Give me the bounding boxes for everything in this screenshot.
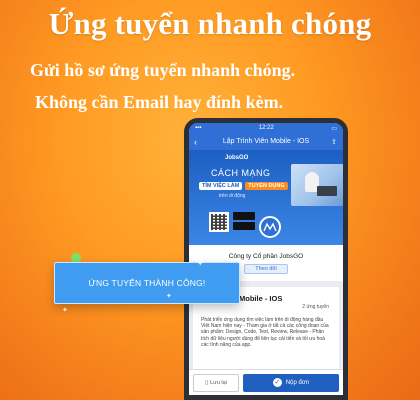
job-title: Mobile - IOS xyxy=(239,294,283,303)
applicant-count: 2 ứng tuyển xyxy=(302,304,329,310)
company-name: Công ty Cổ phần JobsGO xyxy=(228,252,304,260)
nav-bar: ‹ Lập Trình Viên Mobile - IOS ⇪ xyxy=(189,133,343,150)
banner-tag-recruit: TUYỂN DỤNG xyxy=(245,182,288,190)
subline-1: Gửi hồ sơ ứng tuyển nhanh chóng. xyxy=(30,60,296,80)
success-message: ỨNG TUYỂN THÀNH CÔNG! xyxy=(88,278,206,288)
job-description: Phát triển ứng dụng tìm việc làm trên di… xyxy=(201,317,329,348)
nav-title: Lập Trình Viên Mobile - IOS xyxy=(222,138,310,145)
follow-button[interactable]: Theo dõi xyxy=(244,263,288,274)
status-time: 12:22 xyxy=(258,125,274,131)
apply-button[interactable]: ✓ Nộp đơn xyxy=(243,373,339,392)
success-popup: ỨNG TUYỂN THÀNH CÔNG! xyxy=(54,262,240,304)
app-store-badges xyxy=(233,212,255,230)
banner-tagline: trên di động xyxy=(219,193,246,199)
banner-tags: TÌM VIỆC LÀM TUYỂN DỤNG xyxy=(199,182,288,190)
banner-headline: CÁCH MẠNG xyxy=(211,168,271,178)
save-job-label: Lưu lại xyxy=(210,379,227,386)
sparkle-icon: ✦ xyxy=(166,293,172,300)
jobsgo-logo-icon xyxy=(263,222,277,232)
share-icon[interactable]: ⇪ xyxy=(331,138,337,146)
google-play-badge xyxy=(233,222,255,230)
bottom-action-bar: ▯ Lưu lại ✓ Nộp đơn xyxy=(189,369,343,395)
app-store-badge xyxy=(233,212,255,220)
battery-icon: ▭ xyxy=(331,125,337,132)
company-banner: JobsGO CÁCH MẠNG TÌM VIỆC LÀM TUYỂN DỤNG… xyxy=(189,150,343,245)
subline-2: Không cần Email hay đính kèm. xyxy=(35,92,284,112)
bookmark-icon: ▯ xyxy=(205,379,209,386)
sparkle-icon: ✦ xyxy=(62,307,68,314)
sparkle-icon: ✦ xyxy=(196,258,205,269)
laptop-illustration xyxy=(317,186,337,196)
company-logo xyxy=(259,216,281,238)
apply-label: Nộp đơn xyxy=(285,379,310,386)
back-arrow-icon[interactable]: ‹ xyxy=(194,137,197,147)
banner-tag-find-job: TÌM VIỆC LÀM xyxy=(199,182,243,190)
save-job-button[interactable]: ▯ Lưu lại xyxy=(193,373,239,392)
status-bar: ▪▪▪ 12:22 ▭ xyxy=(189,123,343,133)
qr-code-icon xyxy=(209,212,229,232)
signal-icon: ▪▪▪ xyxy=(195,125,202,131)
phone-mockup: ▪▪▪ 12:22 ▭ ‹ Lập Trình Viên Mobile - IO… xyxy=(184,118,348,400)
check-icon: ✓ xyxy=(272,378,282,387)
headline: Ứng tuyển nhanh chóng xyxy=(48,6,372,41)
banner-brand: JobsGO xyxy=(225,155,249,161)
banner-photo xyxy=(291,164,343,206)
